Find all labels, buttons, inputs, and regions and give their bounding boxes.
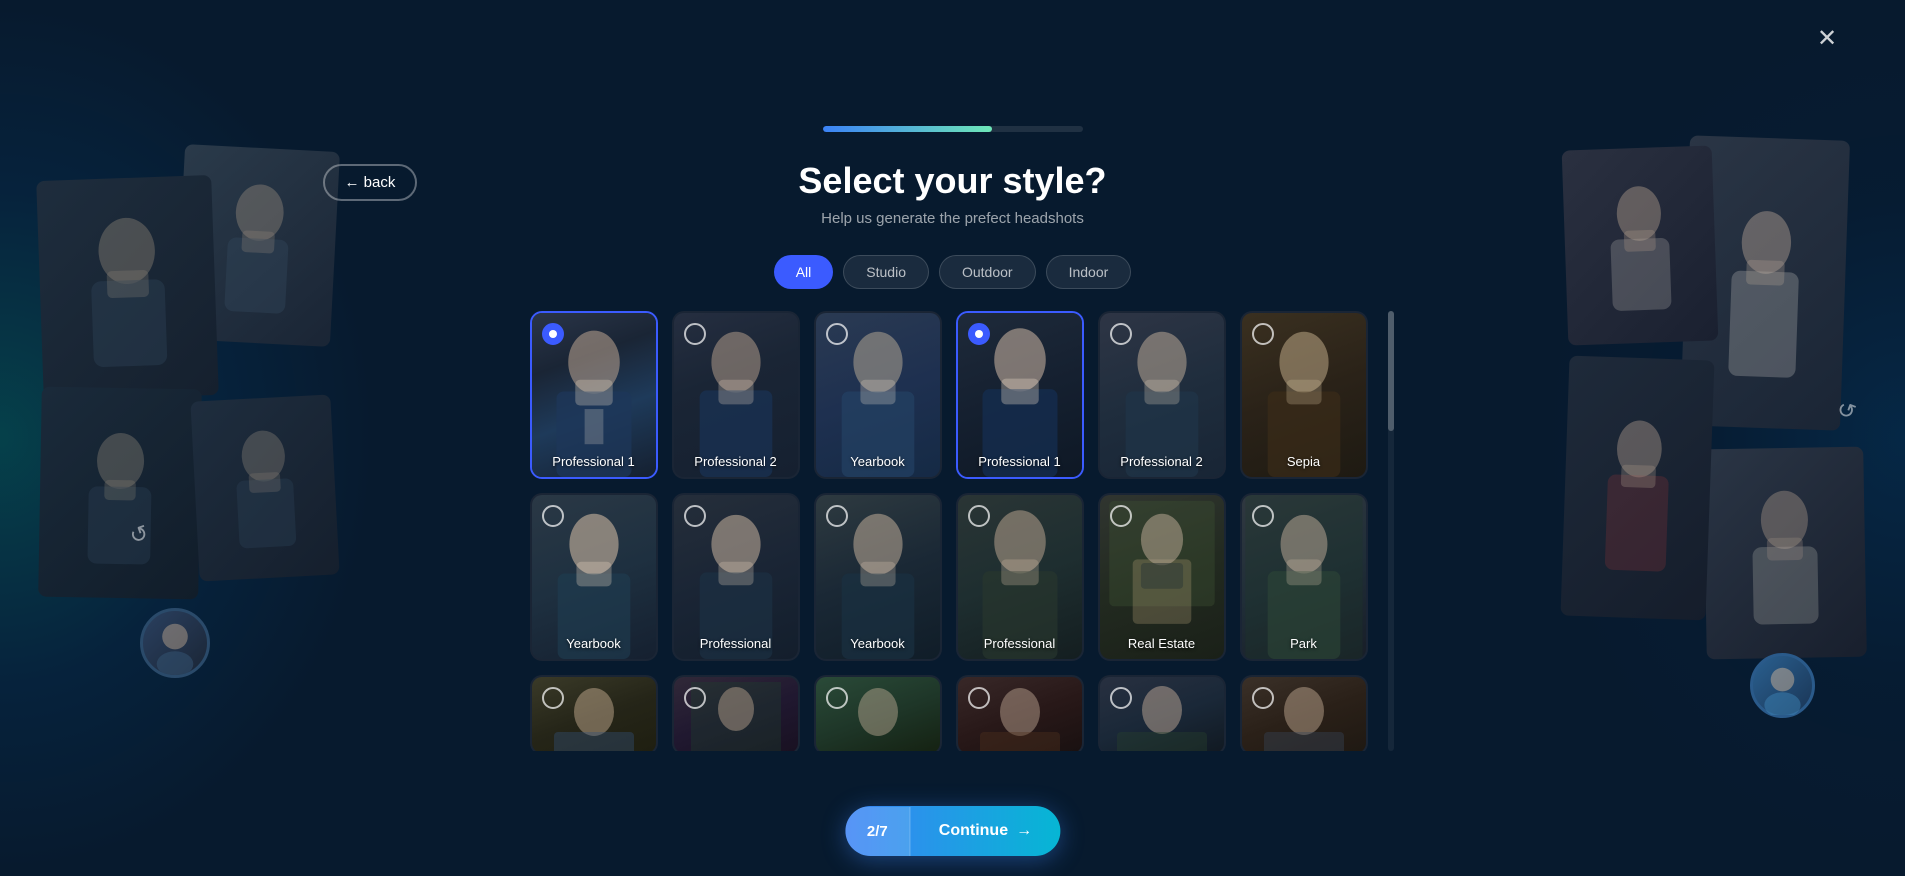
continue-label: Continue — [939, 822, 1008, 840]
left-photo-4 — [190, 394, 339, 581]
scrollbar-track — [1388, 311, 1394, 751]
radio-row3-3 — [826, 687, 848, 709]
style-card-row3-1[interactable] — [530, 675, 658, 751]
style-grid-wrapper: Professional 1 Professional 2 — [530, 311, 1376, 751]
continue-bar: 2/7 Continue → — [845, 806, 1060, 856]
right-decorative-photos: ↺ — [1565, 138, 1875, 738]
filter-tab-outdoor[interactable]: Outdoor — [939, 255, 1036, 289]
radio-professional-4 — [968, 505, 990, 527]
style-label-professional-1b: Professional 1 — [958, 454, 1082, 469]
radio-sepia — [1252, 323, 1274, 345]
radio-real-estate — [1110, 505, 1132, 527]
style-label-professional-4: Professional — [958, 636, 1082, 651]
radio-yearbook-2 — [542, 505, 564, 527]
style-label-yearbook-3: Yearbook — [816, 636, 940, 651]
radio-row3-1 — [542, 687, 564, 709]
style-label-real-estate: Real Estate — [1100, 636, 1224, 651]
radio-park — [1252, 505, 1274, 527]
scrollbar-thumb[interactable] — [1388, 311, 1394, 431]
style-label-professional-3: Professional — [674, 636, 798, 651]
style-card-yearbook-3[interactable]: Yearbook — [814, 493, 942, 661]
style-card-professional-2b[interactable]: Professional 2 — [1098, 311, 1226, 479]
back-button[interactable]: ← back — [323, 164, 418, 201]
radio-row3-2 — [684, 687, 706, 709]
style-card-yearbook-2[interactable]: Yearbook — [530, 493, 658, 661]
continue-button[interactable]: Continue → — [911, 806, 1060, 856]
radio-row3-4 — [968, 687, 990, 709]
radio-professional-3 — [684, 505, 706, 527]
filter-tab-indoor[interactable]: Indoor — [1046, 255, 1132, 289]
right-photo-4 — [1561, 356, 1715, 621]
right-photo-2 — [1562, 145, 1719, 345]
radio-professional-1b — [968, 323, 990, 345]
style-card-yearbook-1[interactable]: Yearbook — [814, 311, 942, 479]
progress-bar-container — [823, 126, 1083, 132]
left-photo-3 — [38, 387, 202, 600]
radio-professional-2b — [1110, 323, 1132, 345]
filter-tab-studio[interactable]: Studio — [843, 255, 929, 289]
style-card-professional-1b[interactable]: Professional 1 — [956, 311, 1084, 479]
left-avatar — [140, 608, 210, 678]
style-label-yearbook-1: Yearbook — [816, 454, 940, 469]
style-card-sepia[interactable]: Sepia — [1240, 311, 1368, 479]
style-card-row3-6[interactable] — [1240, 675, 1368, 751]
radio-yearbook-3 — [826, 505, 848, 527]
progress-bar-fill — [823, 126, 992, 132]
radio-row3-5 — [1110, 687, 1132, 709]
page-title: Select your style? — [798, 160, 1106, 202]
right-photo-3 — [1703, 447, 1867, 660]
left-photo-2 — [36, 175, 219, 401]
continue-badge: 2/7 — [845, 807, 911, 856]
style-card-park[interactable]: Park — [1240, 493, 1368, 661]
style-card-real-estate[interactable]: Real Estate — [1098, 493, 1226, 661]
filter-tabs: All Studio Outdoor Indoor — [774, 255, 1132, 289]
radio-professional-2 — [684, 323, 706, 345]
close-button[interactable]: ✕ — [1809, 20, 1845, 56]
style-label-professional-2: Professional 2 — [674, 454, 798, 469]
continue-arrow: → — [1016, 822, 1032, 840]
style-card-professional-2[interactable]: Professional 2 — [672, 311, 800, 479]
style-card-professional-4[interactable]: Professional — [956, 493, 1084, 661]
style-card-row3-2[interactable] — [672, 675, 800, 751]
radio-yearbook-1 — [826, 323, 848, 345]
left-decorative-photos: ↺ — [40, 148, 350, 728]
style-card-professional-1[interactable]: Professional 1 — [530, 311, 658, 479]
style-card-row3-3[interactable] — [814, 675, 942, 751]
style-label-sepia: Sepia — [1242, 454, 1366, 469]
style-label-yearbook-2: Yearbook — [532, 636, 656, 651]
radio-row3-6 — [1252, 687, 1274, 709]
style-grid: Professional 1 Professional 2 — [530, 311, 1376, 751]
style-label-professional-1: Professional 1 — [532, 454, 656, 469]
right-avatar — [1750, 653, 1815, 718]
main-content: ← back Select your style? Help us genera… — [543, 126, 1363, 751]
filter-tab-all[interactable]: All — [774, 255, 834, 289]
style-label-professional-2b: Professional 2 — [1100, 454, 1224, 469]
style-card-professional-3[interactable]: Professional — [672, 493, 800, 661]
page-subtitle: Help us generate the prefect headshots — [821, 210, 1084, 227]
style-label-park: Park — [1242, 636, 1366, 651]
radio-professional-1 — [542, 323, 564, 345]
style-card-row3-4[interactable] — [956, 675, 1084, 751]
style-card-row3-5[interactable] — [1098, 675, 1226, 751]
